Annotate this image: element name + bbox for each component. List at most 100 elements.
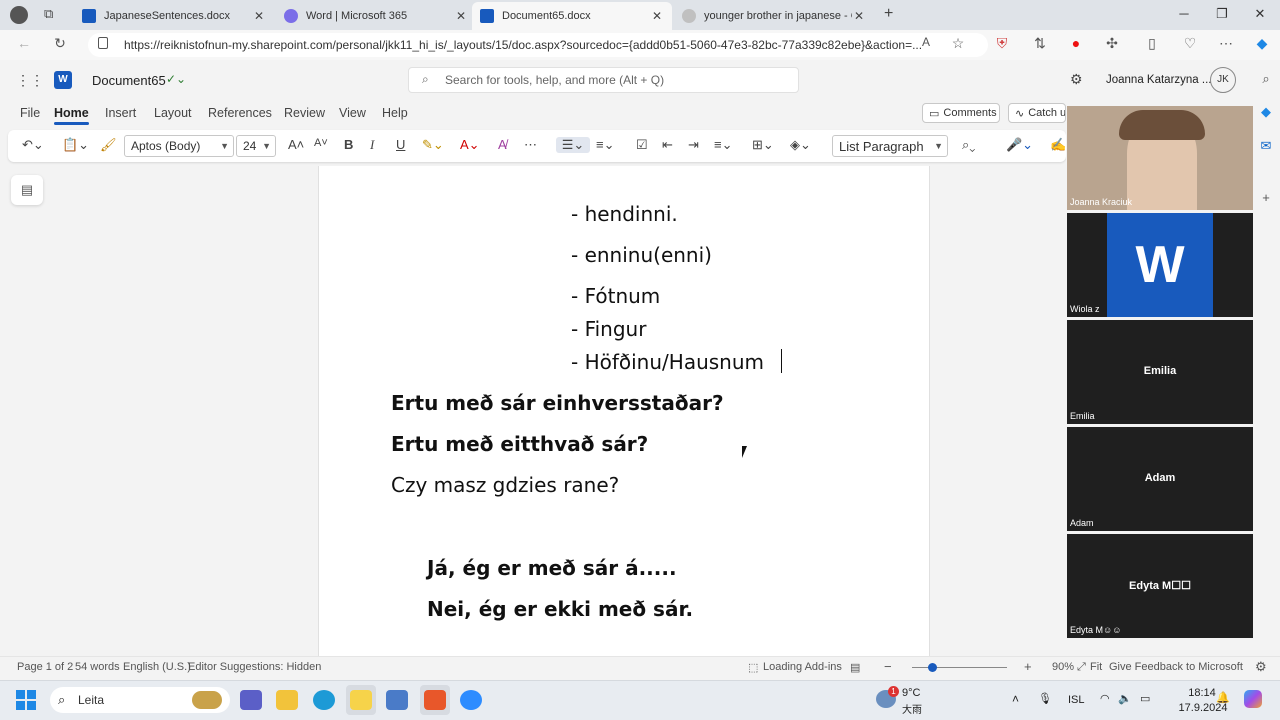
zoom-icon[interactable] <box>460 690 482 710</box>
numbering-icon[interactable]: ≡⌄ <box>596 137 614 153</box>
opera-icon[interactable]: ● <box>1066 35 1086 51</box>
edge-icon[interactable] <box>313 690 335 710</box>
settings-icon[interactable]: ⚙ <box>1255 659 1267 675</box>
bold-icon[interactable]: B <box>344 137 353 152</box>
browser-tab-1[interactable]: JapaneseSentences.docx ✕ <box>74 2 274 30</box>
saved-status-icon[interactable]: ✓⌄ <box>166 72 186 86</box>
document-line[interactable]: Já, ég er með sár á..... <box>427 556 677 580</box>
maximize-icon[interactable]: ❐ <box>1212 6 1232 22</box>
document-line[interactable]: - hendinni. <box>571 202 678 226</box>
browser-tab-2[interactable]: Word | Microsoft 365 ✕ <box>276 2 476 30</box>
feedback-link[interactable]: Give Feedback to Microsoft <box>1109 661 1243 673</box>
document-line[interactable]: Ertu með sár einhversstaðar? <box>391 391 724 415</box>
participant-tile[interactable]: W Wiola z <box>1067 213 1253 317</box>
comments-button[interactable]: ▭ Comments <box>922 103 1000 123</box>
app-launcher-icon[interactable]: ⋮⋮ <box>16 72 44 89</box>
zoom-slider[interactable] <box>912 667 1007 668</box>
battery-icon[interactable]: ▭ <box>1140 692 1150 705</box>
catch-up-button[interactable]: ∿ Catch up <box>1008 103 1066 123</box>
underline-icon[interactable]: U <box>396 137 405 152</box>
checklist-icon[interactable]: ☑ <box>636 137 648 153</box>
user-name[interactable]: Joanna Katarzyna ... <box>1106 74 1211 86</box>
tab-home[interactable]: Home <box>54 106 89 125</box>
notifications-icon[interactable]: 🔔 <box>1216 691 1230 704</box>
read-aloud-icon[interactable]: A <box>916 35 936 49</box>
copilot-icon[interactable]: ◆ <box>1252 35 1272 52</box>
start-icon[interactable] <box>16 690 36 710</box>
search-sidebar-icon[interactable]: ⌕ <box>1256 71 1276 87</box>
participant-tile[interactable]: Emilia Emilia <box>1067 320 1253 424</box>
show-hidden-icons-icon[interactable]: ˄ <box>1012 692 1019 706</box>
font-family-select[interactable]: Aptos (Body) ▼ <box>124 135 234 157</box>
browser-tab-4[interactable]: younger brother in japanese - Go ✕ <box>674 2 874 30</box>
volume-icon[interactable]: 🔈 <box>1118 692 1132 705</box>
grow-font-icon[interactable]: A˄ <box>288 137 304 152</box>
more-icon[interactable]: ⋯ <box>1216 35 1236 52</box>
weather-condition[interactable]: 大雨 <box>902 701 922 716</box>
profile-avatar[interactable] <box>10 6 28 24</box>
close-icon[interactable]: ✕ <box>454 9 468 23</box>
outlook-icon[interactable]: ✉ <box>1256 138 1276 154</box>
tag-icon[interactable]: ◆ <box>1256 104 1276 120</box>
close-icon[interactable]: ✕ <box>650 9 664 23</box>
style-select[interactable]: List Paragraph ▼ <box>832 135 948 157</box>
italic-icon[interactable]: I <box>370 137 374 153</box>
sync-icon[interactable]: ⇅ <box>1030 35 1050 52</box>
participant-tile[interactable]: Edyta M☐☐ Edyta M☺☺ <box>1067 534 1253 638</box>
workspaces-icon[interactable]: ⧉ <box>44 6 53 22</box>
tab-view[interactable]: View <box>339 106 366 120</box>
format-painter-icon[interactable]: 🖌 <box>100 137 117 153</box>
editor-icon[interactable]: ✍ <box>1050 137 1066 153</box>
lock-icon[interactable] <box>98 37 108 49</box>
zoom-slider-thumb[interactable] <box>928 663 937 672</box>
shading-icon[interactable]: ◈⌄ <box>790 137 811 153</box>
close-window-icon[interactable]: ✕ <box>1250 6 1270 22</box>
refresh-icon[interactable]: ↻ <box>50 35 70 52</box>
tab-help[interactable]: Help <box>382 106 408 120</box>
view-mode-icon[interactable]: ▤ <box>850 661 860 674</box>
settings-icon[interactable]: ⚙ <box>1070 71 1083 88</box>
tab-references[interactable]: References <box>208 106 272 120</box>
find-icon[interactable]: ⌕⌄ <box>962 137 975 153</box>
teams-icon[interactable] <box>240 690 262 710</box>
document-line[interactable]: - enninu(enni) <box>571 243 712 267</box>
close-icon[interactable]: ✕ <box>252 9 266 23</box>
participant-tile[interactable]: Adam Adam <box>1067 427 1253 531</box>
document-title[interactable]: Document65 <box>92 73 166 88</box>
document-line[interactable]: Ertu með eitthvað sár? <box>391 432 648 456</box>
temperature[interactable]: 9°C <box>902 687 920 699</box>
navigation-pane-button[interactable]: ▤ <box>11 175 43 205</box>
paste-icon[interactable]: 📋⌄ <box>62 137 89 153</box>
remote-desktop-icon[interactable] <box>386 690 408 710</box>
wifi-icon[interactable]: ◠ <box>1100 692 1110 705</box>
microphone-icon[interactable]: 🎙 <box>1038 692 1052 705</box>
font-color-icon[interactable]: A⌄ <box>460 137 480 153</box>
more-options-icon[interactable]: ⋯ <box>524 137 537 153</box>
tab-review[interactable]: Review <box>284 106 325 120</box>
file-explorer-icon[interactable] <box>276 690 298 710</box>
favorite-icon[interactable]: ☆ <box>948 35 968 52</box>
word-logo-icon[interactable]: W <box>54 71 72 89</box>
document-line[interactable]: - Fótnum <box>571 284 660 308</box>
fit-button[interactable]: Fit <box>1090 661 1102 673</box>
document-line[interactable]: - Fingur <box>571 317 646 341</box>
heart-icon[interactable]: ♡ <box>1180 35 1200 52</box>
language-status[interactable]: English (U.S.) <box>123 661 191 673</box>
zoom-out-icon[interactable]: − <box>884 659 892 674</box>
user-avatar[interactable]: JK <box>1210 67 1236 93</box>
back-icon[interactable]: ← <box>14 35 34 51</box>
close-icon[interactable]: ✕ <box>852 9 866 23</box>
document-line[interactable]: Nei, ég er ekki með sár. <box>427 597 693 621</box>
weather-widget-icon[interactable] <box>192 691 222 709</box>
document-line[interactable]: - Höfðinu/Hausnum <box>571 350 764 374</box>
tab-layout[interactable]: Layout <box>154 106 192 120</box>
clear-format-icon[interactable]: A̸ <box>498 137 507 152</box>
zoom-level[interactable]: 90% <box>1052 661 1074 673</box>
increase-indent-icon[interactable]: ⇥ <box>688 137 699 153</box>
input-language[interactable]: ISL <box>1068 694 1085 706</box>
bullets-icon[interactable]: ☰⌄ <box>556 137 590 153</box>
search-input[interactable]: Search for tools, help, and more (Alt + … <box>408 67 799 93</box>
new-tab-icon[interactable]: + <box>884 5 893 23</box>
word-count[interactable]: 54 words <box>75 661 120 673</box>
font-size-select[interactable]: 24 ▼ <box>236 135 276 157</box>
